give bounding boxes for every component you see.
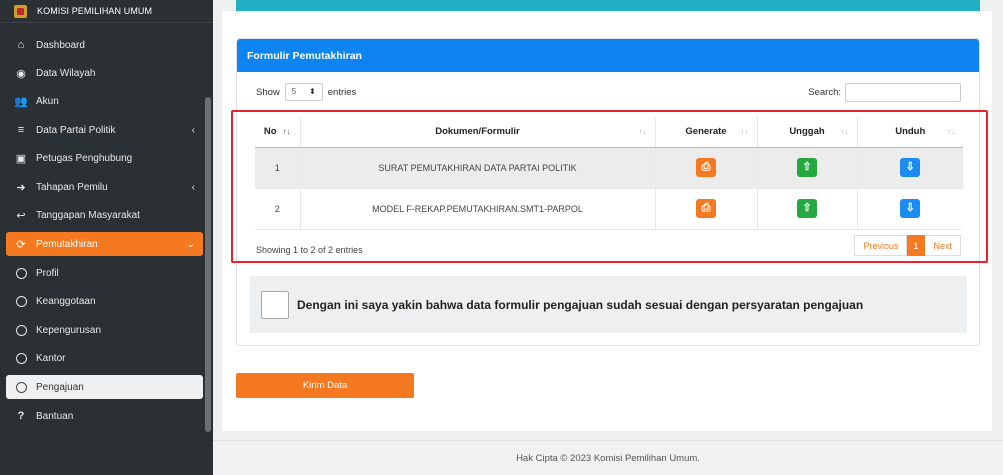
confirm-text: Dengan ini saya yakin bahwa data formuli… [297,297,864,312]
sidebar-item-tahapan-pemilu[interactable]: ➜ Tahapan Pemilu ‹ [6,175,203,199]
search-control: Search: [808,83,961,102]
question-icon: ? [17,410,25,422]
page-1-button[interactable]: 1 [907,235,926,256]
sort-icon: ↑↓ [638,127,647,136]
sidebar: KOMISI PEMILIHAN UMUM ⌂ Dashboard ◉ Data… [0,0,213,475]
sidebar-item-data-wilayah[interactable]: ◉ Data Wilayah [6,61,203,85]
sidebar-item-tanggapan-masyarakat[interactable]: ↩ Tanggapan Masyarakat [6,203,203,227]
top-card-edge [236,0,980,11]
footer: Hak Cipta © 2023 Komisi Pemilihan Umum. [213,440,1003,475]
sort-icon: ↑↓ [840,127,849,136]
previous-button[interactable]: Previous [854,235,908,256]
home-icon: ⌂ [17,39,25,51]
row-document: SURAT PEMUTAKHIRAN DATA PARTAI POLITIK [300,147,656,189]
circle-icon [16,381,27,393]
entries-label: entries [327,86,357,98]
row-no: 1 [255,147,301,189]
col-unduh[interactable]: Unduh ↑↓ [857,117,963,148]
sidebar-item-keanggotaan[interactable]: Keanggotaan [6,289,203,313]
sort-icon: ↑↓ [282,127,291,137]
table-row: 2 MODEL F-REKAP.PEMUTAKHIRAN.SMT1-PARPOL… [255,188,963,230]
upload-icon[interactable]: ⇧ [797,199,817,218]
sidebar-item-petugas-penghubung[interactable]: ▣ Petugas Penghubung [6,146,203,170]
database-icon: ≡ [17,124,25,136]
download-icon[interactable]: ⇩ [900,199,921,218]
brand-title: KOMISI PEMILIHAN UMUM [37,6,153,16]
kpu-logo-icon [14,4,27,18]
circle-icon [16,267,27,279]
card-title: Formulir Pemutakhiran [237,39,979,72]
sidebar-item-kantor[interactable]: Kantor [6,346,203,370]
confirm-checkbox[interactable] [261,290,289,319]
id-card-icon: ▣ [15,152,27,165]
entries-length-select[interactable]: 5 [284,83,323,101]
row-document: MODEL F-REKAP.PEMUTAKHIRAN.SMT1-PARPOL [300,188,656,230]
sort-icon: ↑↓ [947,127,955,136]
sidebar-item-data-partai-politik[interactable]: ≡ Data Partai Politik ‹ [6,118,203,142]
chevron-left-icon: ‹ [191,181,195,193]
sidebar-item-pemutakhiran[interactable]: ⟳ Pemutakhiran ⌄ [6,232,203,256]
sidebar-item-profil[interactable]: Profil [6,261,203,285]
next-button[interactable]: Next [925,235,961,256]
reply-icon: ↩ [16,209,26,222]
circle-icon [16,324,27,336]
circle-icon [16,352,27,364]
chevron-down-icon: ⌄ [186,238,195,250]
col-dokumen[interactable]: Dokumen/Formulir ↑↓ [300,117,656,148]
upload-icon[interactable]: ⇧ [797,158,817,177]
print-icon[interactable]: ⎙ [696,199,716,218]
table-header-row: No ↑↓ Dokumen/Formulir ↑↓ Generate ↑↓ Ungga… [255,117,963,148]
chevron-left-icon: ‹ [191,124,195,136]
brand[interactable]: KOMISI PEMILIHAN UMUM [0,0,213,23]
col-generate[interactable]: Generate ↑↓ [655,117,758,148]
sidebar-item-dashboard[interactable]: ⌂ Dashboard [6,33,203,57]
circle-icon [16,295,27,307]
pagination: Previous 1 Next [854,235,961,256]
table-row: 1 SURAT PEMUTAKHIRAN DATA PARTAI POLITIK… [255,147,963,189]
col-unggah[interactable]: Unggah ↑↓ [757,117,858,148]
col-no[interactable]: No ↑↓ [255,117,301,148]
search-label: Search: [808,87,841,98]
search-input[interactable] [845,83,961,102]
form-card: Formulir Pemutakhiran Show 5 entries Sea… [236,38,980,346]
confirmation-panel: Dengan ini saya yakin bahwa data formuli… [250,276,967,333]
length-control: Show 5 entries [256,83,356,101]
sidebar-item-kepengurusan[interactable]: Kepengurusan [6,318,203,342]
sidebar-scrollbar[interactable] [205,97,211,432]
download-icon[interactable]: ⇩ [900,158,921,177]
sort-icon: ↑↓ [740,127,749,136]
table-info: Showing 1 to 2 of 2 entries [256,245,363,255]
sign-in-icon: ➜ [16,181,26,194]
kirim-data-button[interactable]: Kirim Data [236,373,414,398]
print-icon[interactable]: ⎙ [696,158,716,177]
documents-table: No ↑↓ Dokumen/Formulir ↑↓ Generate ↑↓ Ungga… [255,117,963,230]
users-icon: 👥 [14,95,28,108]
globe-icon: ◉ [16,67,26,80]
sidebar-item-bantuan[interactable]: ? Bantuan [6,404,203,428]
sidebar-item-akun[interactable]: 👥 Akun [6,89,203,113]
row-no: 2 [255,188,301,230]
show-label: Show [256,86,280,98]
sidebar-item-pengajuan[interactable]: Pengajuan [6,375,203,399]
refresh-icon: ⟳ [16,238,26,251]
